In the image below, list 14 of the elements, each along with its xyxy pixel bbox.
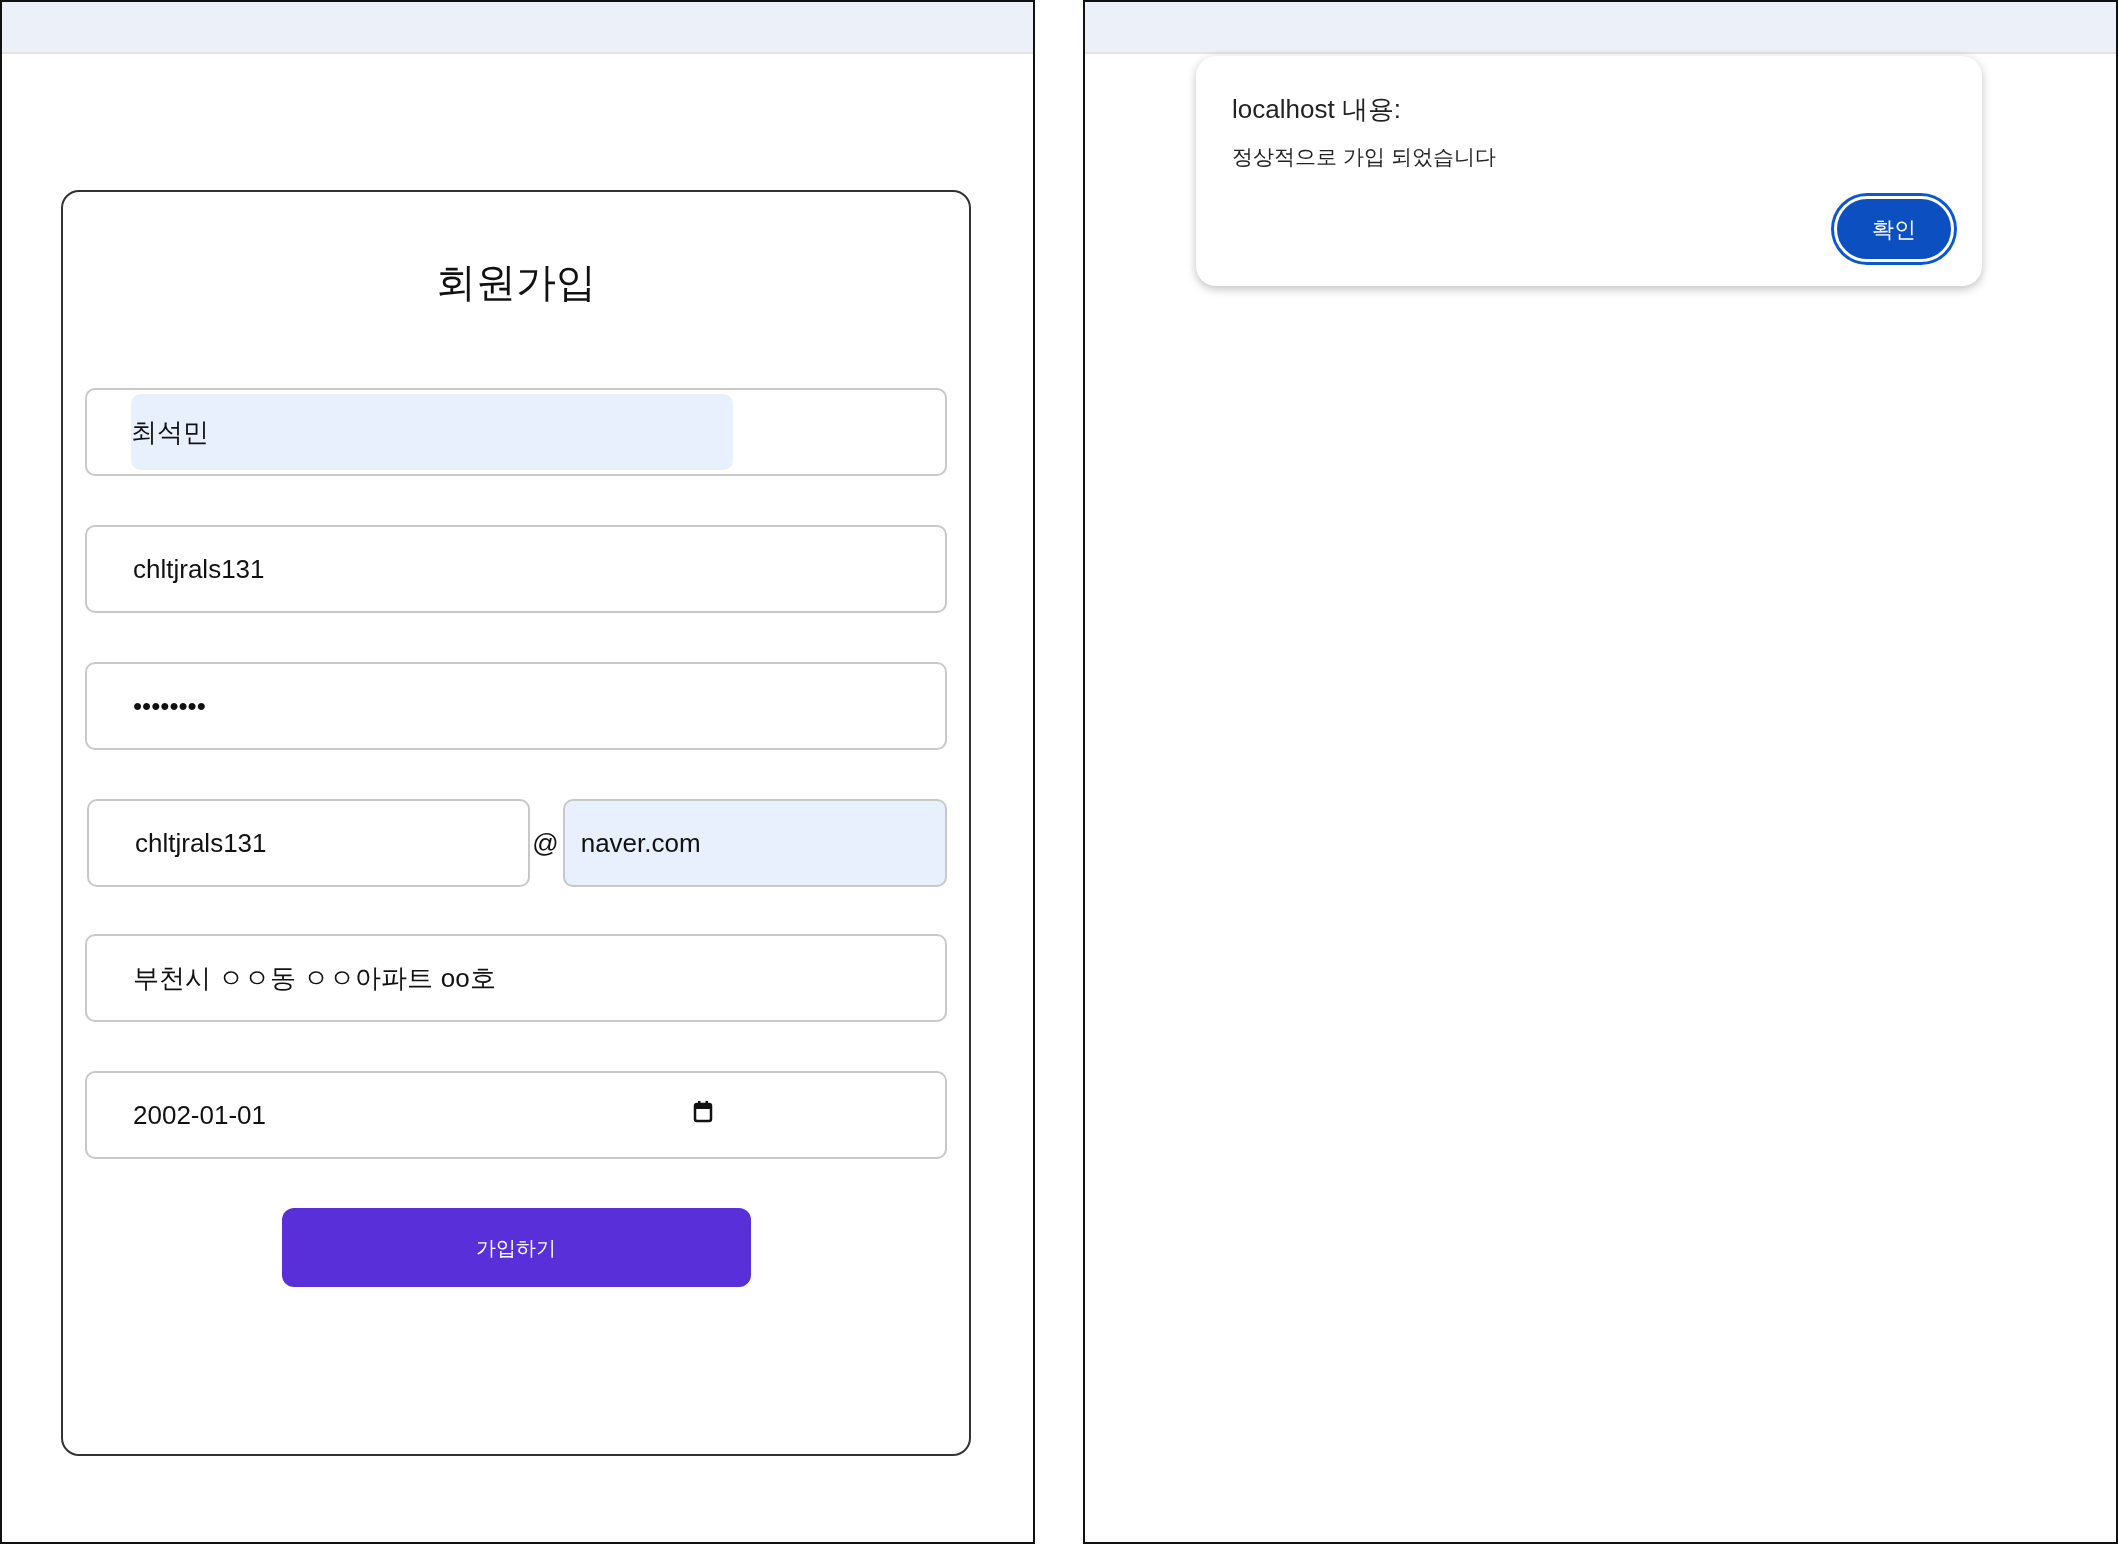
- date-field[interactable]: 2002-01-01: [85, 1071, 947, 1159]
- signup-button[interactable]: 가입하기: [281, 1208, 751, 1287]
- input-field[interactable]: 최석민: [85, 388, 947, 476]
- password-field[interactable]: ••••••••: [85, 662, 947, 750]
- email-domain-field[interactable]: naver.com: [562, 799, 947, 887]
- input-field[interactable]: chltjrals131: [85, 525, 947, 613]
- at-sign: @: [531, 826, 560, 860]
- input-field[interactable]: 부천시 ㅇㅇ동 ㅇㅇ아파트 oo호: [85, 934, 947, 1022]
- calendar-icon[interactable]: [693, 1101, 713, 1123]
- ok-button[interactable]: 확인: [1834, 196, 1954, 262]
- form-title: 회원가입: [435, 259, 597, 306]
- email-id-field[interactable]: chltjrals131: [87, 799, 531, 887]
- dialog-message: 정상적으로 가입 되었습니다: [1232, 144, 1497, 170]
- dialog-title: localhost 내용:: [1232, 93, 1403, 126]
